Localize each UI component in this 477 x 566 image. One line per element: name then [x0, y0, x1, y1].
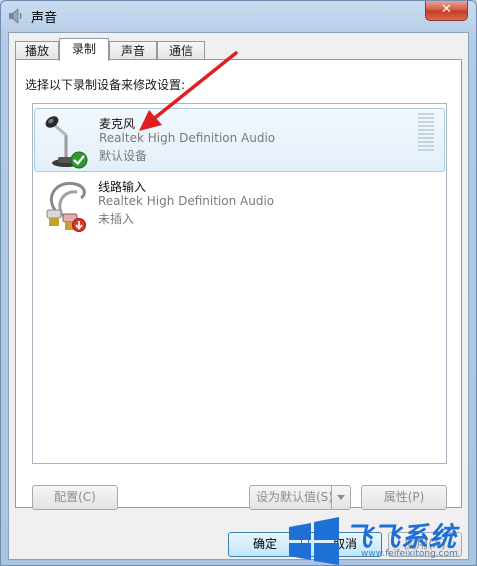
close-button[interactable]: ✕ — [425, 1, 468, 21]
device-item-line-in[interactable]: 线路输入 Realtek High Definition Audio 未插入 — [34, 172, 445, 236]
tab-sounds[interactable]: 声音 — [109, 41, 157, 60]
level-meter — [418, 113, 434, 153]
tab-communications[interactable]: 通信 — [157, 41, 205, 60]
instruction-text: 选择以下录制设备来修改设置: — [25, 78, 186, 92]
dialog-client-area: 播放 录制 声音 通信 选择以下录制设备来修改设置: 麦克风 Realtek H… — [8, 32, 469, 560]
tab-playback[interactable]: 播放 — [15, 41, 59, 60]
sound-dialog: 声音 ✕ 播放 录制 声音 通信 选择以下录制设备来修改设置: 麦克风 Real… — [0, 0, 477, 566]
default-check-icon — [70, 151, 88, 169]
chevron-down-icon[interactable] — [331, 486, 350, 509]
speaker-icon — [9, 8, 22, 24]
device-driver: Realtek High Definition Audio — [99, 131, 276, 145]
watermark: 飞飞系统 www.feifeixitong.com — [283, 513, 476, 565]
properties-button[interactable]: 属性(P) — [361, 485, 447, 510]
title-bar[interactable]: 声音 ✕ — [1, 1, 476, 31]
watermark-url: www.feifeixitong.com — [361, 549, 458, 559]
device-name: 线路输入 — [98, 180, 147, 194]
unplugged-arrow-icon — [72, 218, 86, 232]
device-status: 未插入 — [98, 212, 135, 226]
configure-button[interactable]: 配置(C) — [32, 485, 118, 510]
window-title: 声音 — [31, 11, 58, 26]
device-list[interactable]: 麦克风 Realtek High Definition Audio 默认设备 线… — [32, 103, 447, 464]
set-default-button[interactable]: 设为默认值(S) — [249, 485, 351, 510]
close-icon: ✕ — [441, 2, 452, 17]
device-driver: Realtek High Definition Audio — [98, 194, 275, 208]
set-default-label: 设为默认值(S) — [256, 490, 333, 504]
device-item-microphone[interactable]: 麦克风 Realtek High Definition Audio 默认设备 — [34, 108, 445, 172]
recording-panel: 选择以下录制设备来修改设置: 麦克风 Realtek High Definiti… — [15, 59, 462, 510]
tab-recording[interactable]: 录制 — [59, 38, 109, 61]
device-name: 麦克风 — [99, 117, 136, 131]
device-status: 默认设备 — [99, 149, 148, 163]
windows-logo-icon — [289, 517, 339, 565]
